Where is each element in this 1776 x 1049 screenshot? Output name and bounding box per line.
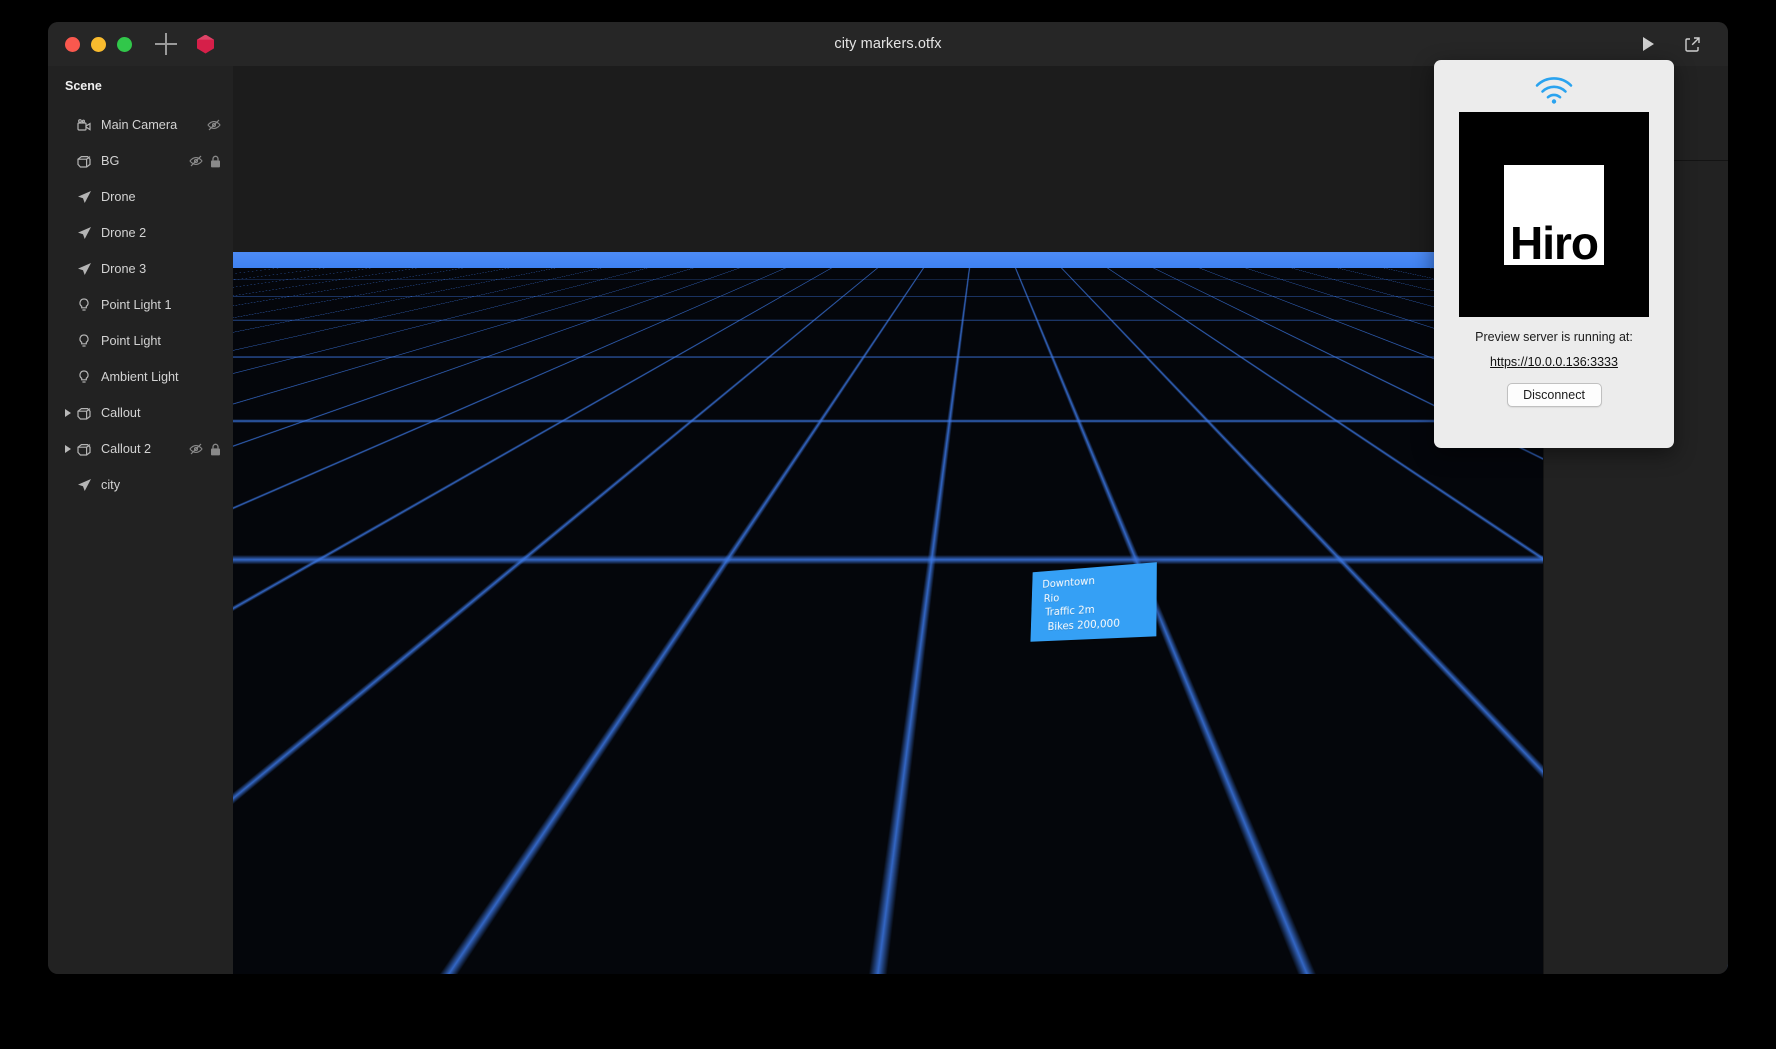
drone-icon [75, 478, 93, 492]
light-bulb-icon [75, 298, 93, 312]
disclosure-triangle-icon[interactable] [62, 409, 73, 417]
sidebar-item-drone-2[interactable]: Drone 2 [48, 215, 233, 251]
disclosure-triangle-icon[interactable] [62, 445, 73, 453]
screen: city markers.otfx Scene Main Camera BG D… [0, 0, 1776, 1049]
preview-url-link[interactable]: https://10.0.0.136:3333 [1490, 355, 1618, 369]
sidebar-item-label: Main Camera [101, 118, 178, 132]
close-button[interactable] [65, 36, 80, 52]
sidebar-header: Scene [65, 79, 102, 93]
gem-icon[interactable] [197, 34, 214, 54]
sidebar-item-badges [189, 155, 221, 168]
zoom-button[interactable] [117, 36, 132, 52]
sidebar-item-drone[interactable]: Drone [48, 179, 233, 215]
terrain-shelf-front [853, 812, 1253, 974]
sidebar-item-drone-3[interactable]: Drone 3 [48, 251, 233, 287]
disconnect-button[interactable]: Disconnect [1506, 383, 1602, 407]
play-icon[interactable] [1638, 34, 1658, 54]
external-link-icon[interactable] [1682, 34, 1702, 54]
lock-icon[interactable] [210, 155, 221, 168]
sidebar-item-label: Drone 2 [101, 226, 147, 240]
traffic-lights [65, 36, 132, 52]
sidebar-item-callout[interactable]: Callout [48, 395, 233, 431]
sidebar-item-main-camera[interactable]: Main Camera [48, 107, 233, 143]
sidebar-item-badges [207, 119, 221, 131]
sidebar-item-label: Callout 2 [101, 442, 152, 456]
preview-server-popover: Hiro Preview server is running at: https… [1434, 60, 1674, 448]
sidebar-item-label: Point Light 1 [101, 298, 172, 312]
cube-icon [75, 443, 93, 456]
sidebar-item-point-light[interactable]: Point Light [48, 323, 233, 359]
sidebar-item-label: Ambient Light [101, 370, 179, 384]
callout-card[interactable]: Downtown Rio Traffic 2m Bikes 200,000 [1030, 562, 1157, 642]
sidebar-item-label: Drone 3 [101, 262, 147, 276]
sidebar-item-badges [189, 443, 221, 456]
lock-icon[interactable] [210, 443, 221, 456]
wifi-icon [1535, 77, 1573, 104]
cube-icon [75, 407, 93, 420]
drone-icon [75, 262, 93, 276]
sidebar-item-callout-2[interactable]: Callout 2 [48, 431, 233, 467]
drone-icon [75, 190, 93, 204]
cube-icon [75, 155, 93, 168]
preview-status-text: Preview server is running at: [1475, 330, 1633, 344]
camera-icon [75, 118, 93, 132]
callout-leader-line [1095, 637, 1096, 677]
sidebar-item-label: BG [101, 154, 120, 168]
hidden-eye-icon[interactable] [189, 155, 203, 167]
light-bulb-icon [75, 370, 93, 384]
qr-marker-image: Hiro [1459, 112, 1649, 317]
sidebar-item-label: Point Light [101, 334, 161, 348]
sidebar-item-point-light-1[interactable]: Point Light 1 [48, 287, 233, 323]
qr-marker-label: Hiro [1510, 217, 1599, 265]
scene-sidebar: Scene Main Camera BG Drone Drone 2 Drone… [48, 66, 233, 974]
sidebar-item-city[interactable]: city [48, 467, 233, 503]
window-title: city markers.otfx [834, 36, 942, 52]
hidden-eye-icon[interactable] [207, 119, 221, 131]
sidebar-item-label: city [101, 478, 121, 492]
sidebar-item-bg[interactable]: BG [48, 143, 233, 179]
sidebar-item-label: Drone [101, 190, 136, 204]
drone-icon [75, 226, 93, 240]
sidebar-item-ambient-light[interactable]: Ambient Light [48, 359, 233, 395]
title-bar-actions [1638, 34, 1702, 54]
minimize-button[interactable] [91, 36, 106, 52]
hidden-eye-icon[interactable] [189, 443, 203, 455]
add-icon[interactable] [155, 33, 177, 55]
sidebar-item-label: Callout [101, 406, 141, 420]
light-bulb-icon [75, 334, 93, 348]
